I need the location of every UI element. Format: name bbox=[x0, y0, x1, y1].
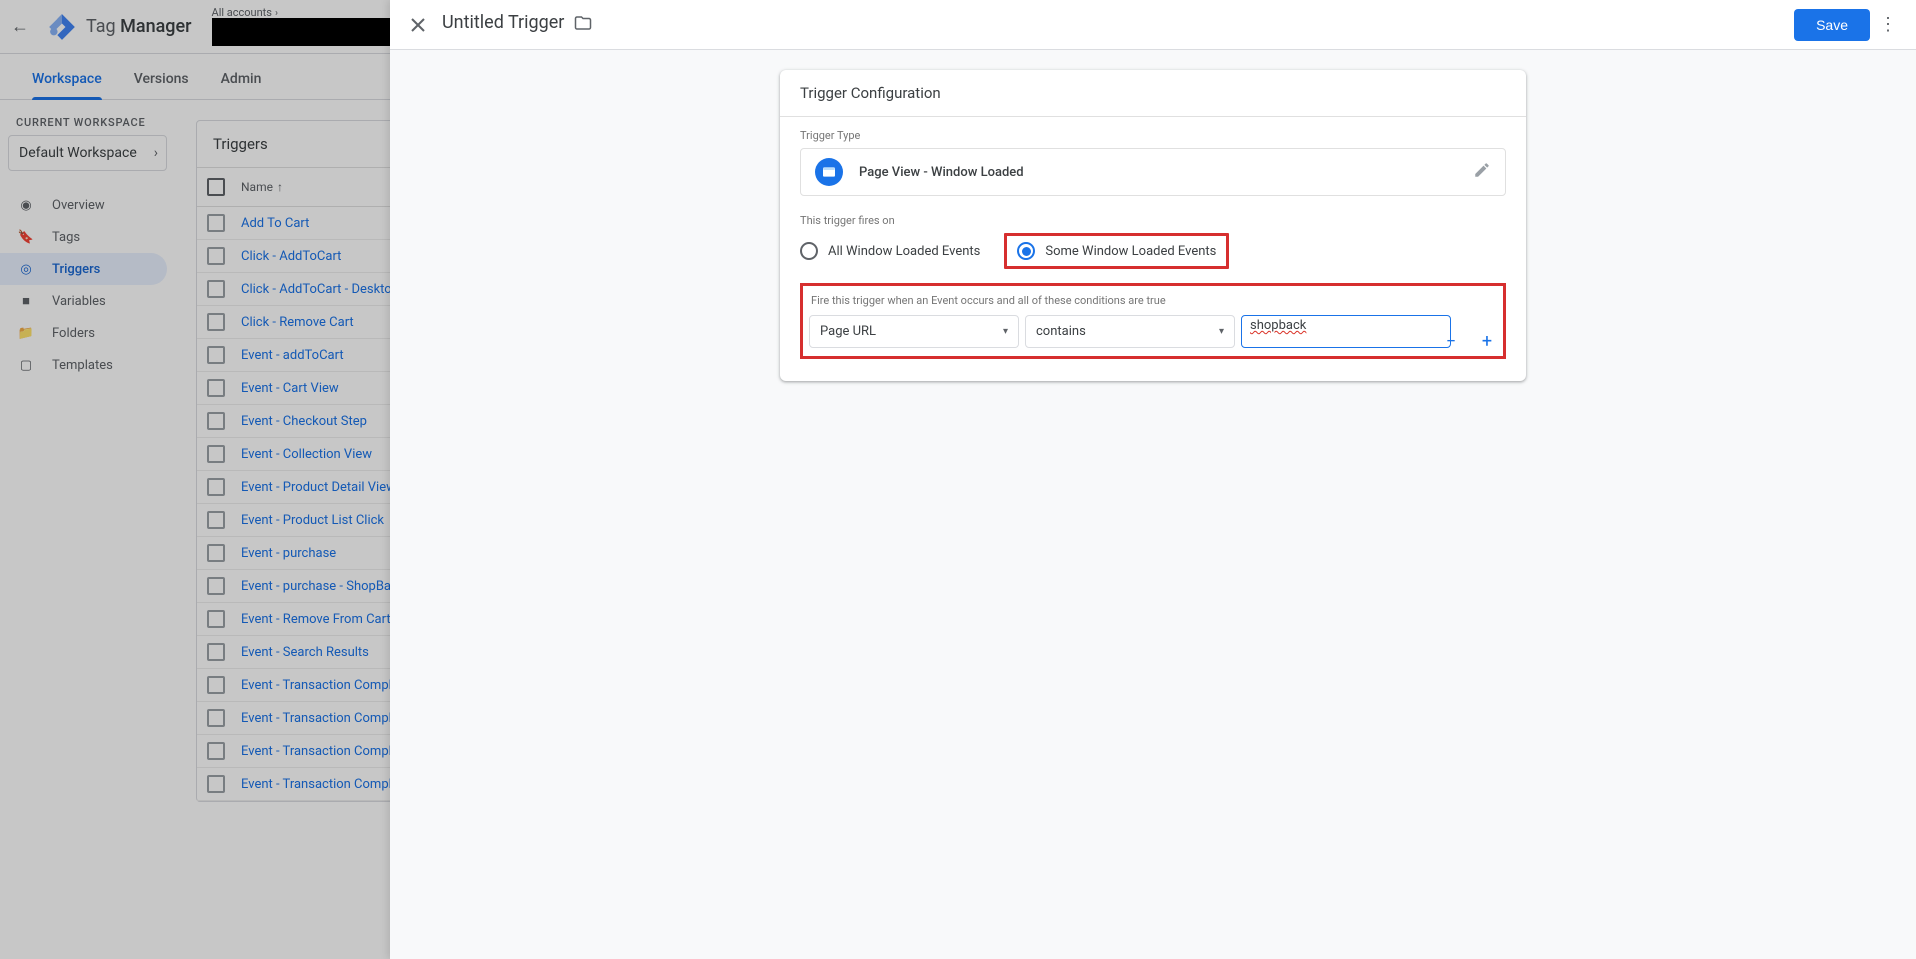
highlight-some-events: Some Window Loaded Events bbox=[1004, 233, 1229, 269]
close-icon bbox=[410, 17, 426, 33]
edit-type-button[interactable] bbox=[1473, 161, 1491, 183]
condition-row: Page URL▾ contains▾ shopback bbox=[809, 315, 1497, 348]
fires-on-label: This trigger fires on bbox=[800, 214, 1506, 227]
radio-icon bbox=[800, 242, 818, 260]
window-loaded-icon bbox=[815, 158, 843, 186]
dropdown-icon: ▾ bbox=[1219, 326, 1224, 337]
close-button[interactable] bbox=[400, 7, 436, 43]
trigger-config-card: Trigger Configuration Trigger Type Page … bbox=[780, 70, 1526, 381]
trigger-name-input[interactable]: Untitled Trigger bbox=[442, 12, 564, 37]
add-condition-button[interactable]: + bbox=[1476, 330, 1498, 352]
kebab-icon: ⋮ bbox=[1879, 14, 1897, 35]
operator-dropdown[interactable]: contains▾ bbox=[1025, 315, 1235, 348]
radio-icon bbox=[1017, 242, 1035, 260]
dropdown-icon: ▾ bbox=[1003, 326, 1008, 337]
trigger-editor-panel: Untitled Trigger Save ⋮ Trigger Configur… bbox=[390, 0, 1916, 959]
variable-dropdown[interactable]: Page URL▾ bbox=[809, 315, 1019, 348]
fires-on-radios: All Window Loaded Events Some Window Loa… bbox=[800, 233, 1506, 269]
save-button[interactable]: Save bbox=[1794, 9, 1870, 41]
radio-some-events[interactable]: Some Window Loaded Events bbox=[1017, 242, 1216, 260]
radio-all-events[interactable]: All Window Loaded Events bbox=[800, 242, 980, 260]
conditions-label: Fire this trigger when an Event occurs a… bbox=[811, 294, 1497, 307]
card-title: Trigger Configuration bbox=[780, 70, 1526, 116]
highlight-conditions: Fire this trigger when an Event occurs a… bbox=[800, 283, 1506, 359]
trigger-type-selector[interactable]: Page View - Window Loaded bbox=[800, 148, 1506, 196]
type-label: Trigger Type bbox=[800, 129, 1506, 142]
value-input[interactable]: shopback bbox=[1241, 315, 1451, 348]
remove-condition-button[interactable]: − bbox=[1440, 330, 1462, 352]
trigger-type-name: Page View - Window Loaded bbox=[859, 165, 1024, 180]
folder-button[interactable] bbox=[574, 14, 592, 36]
drawer-header: Untitled Trigger Save ⋮ bbox=[390, 0, 1916, 50]
pencil-icon bbox=[1473, 161, 1491, 179]
more-menu-button[interactable]: ⋮ bbox=[1870, 7, 1906, 43]
drawer-body: Trigger Configuration Trigger Type Page … bbox=[390, 50, 1916, 959]
folder-icon bbox=[574, 14, 592, 32]
